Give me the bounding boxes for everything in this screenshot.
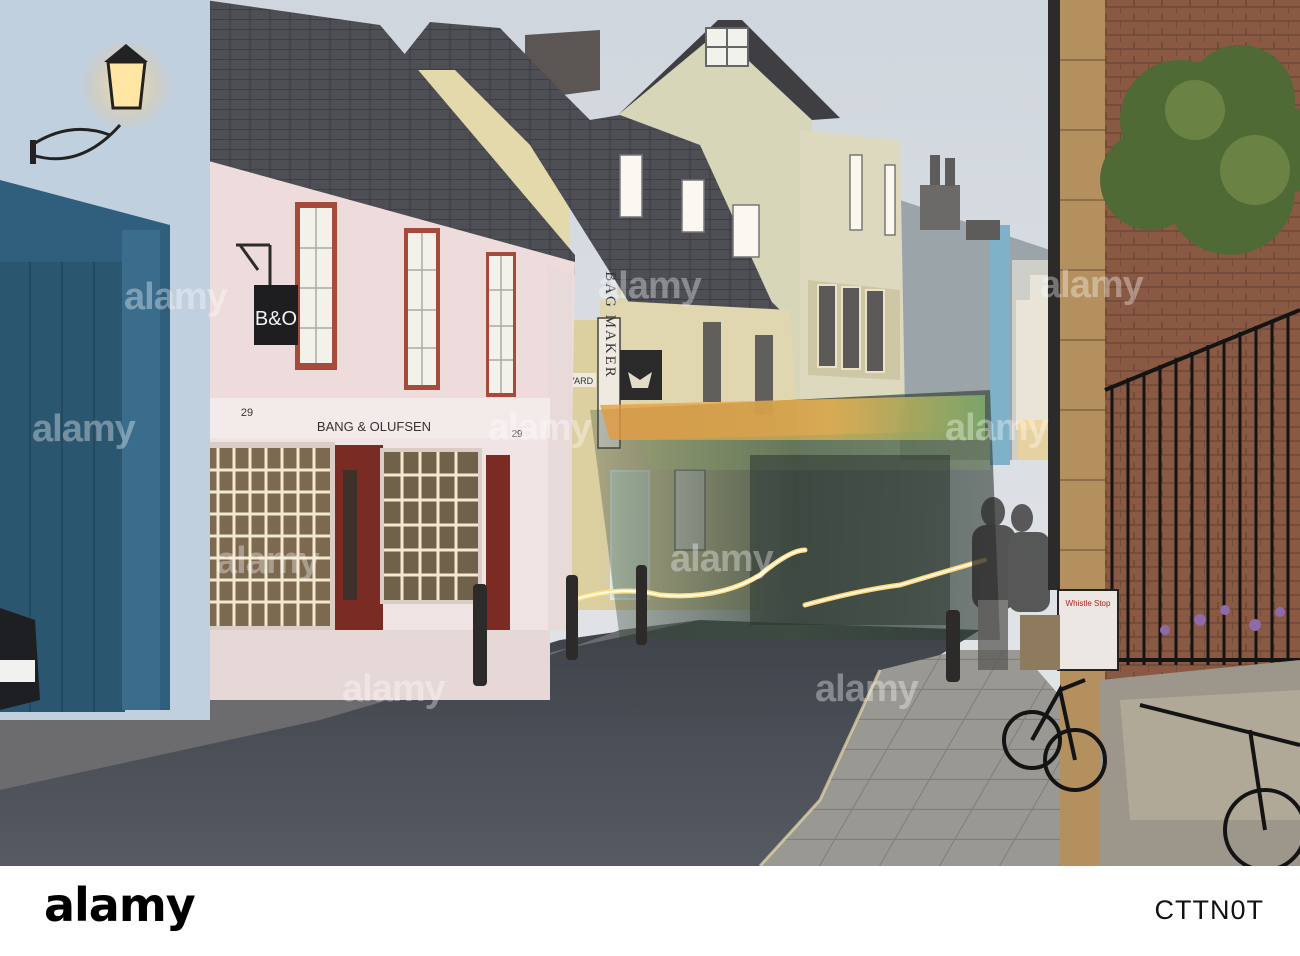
- bag-maker-text: BAG MAKER: [602, 271, 618, 379]
- shop-number-left: 29: [241, 407, 253, 419]
- street-photo: BAG MAKER YARD BANG & OLUFSEN 29 29 B&O …: [0, 0, 1300, 866]
- credit-bar: [0, 866, 1300, 956]
- alamy-logo[interactable]: alamy: [44, 882, 196, 928]
- shop-fascia-text: BANG & OLUFSEN: [317, 419, 431, 434]
- shop-number-right: 29: [511, 429, 523, 440]
- wicker-basket: [1020, 615, 1060, 670]
- alamy-logo-text: alamy: [44, 878, 196, 932]
- blue-gatehouse: [0, 0, 210, 720]
- stock-image-id: CTTN0T: [1154, 895, 1264, 925]
- bo-sign-text: B&O: [255, 308, 297, 330]
- bike-basket-label: Whistle Stop: [1066, 599, 1111, 608]
